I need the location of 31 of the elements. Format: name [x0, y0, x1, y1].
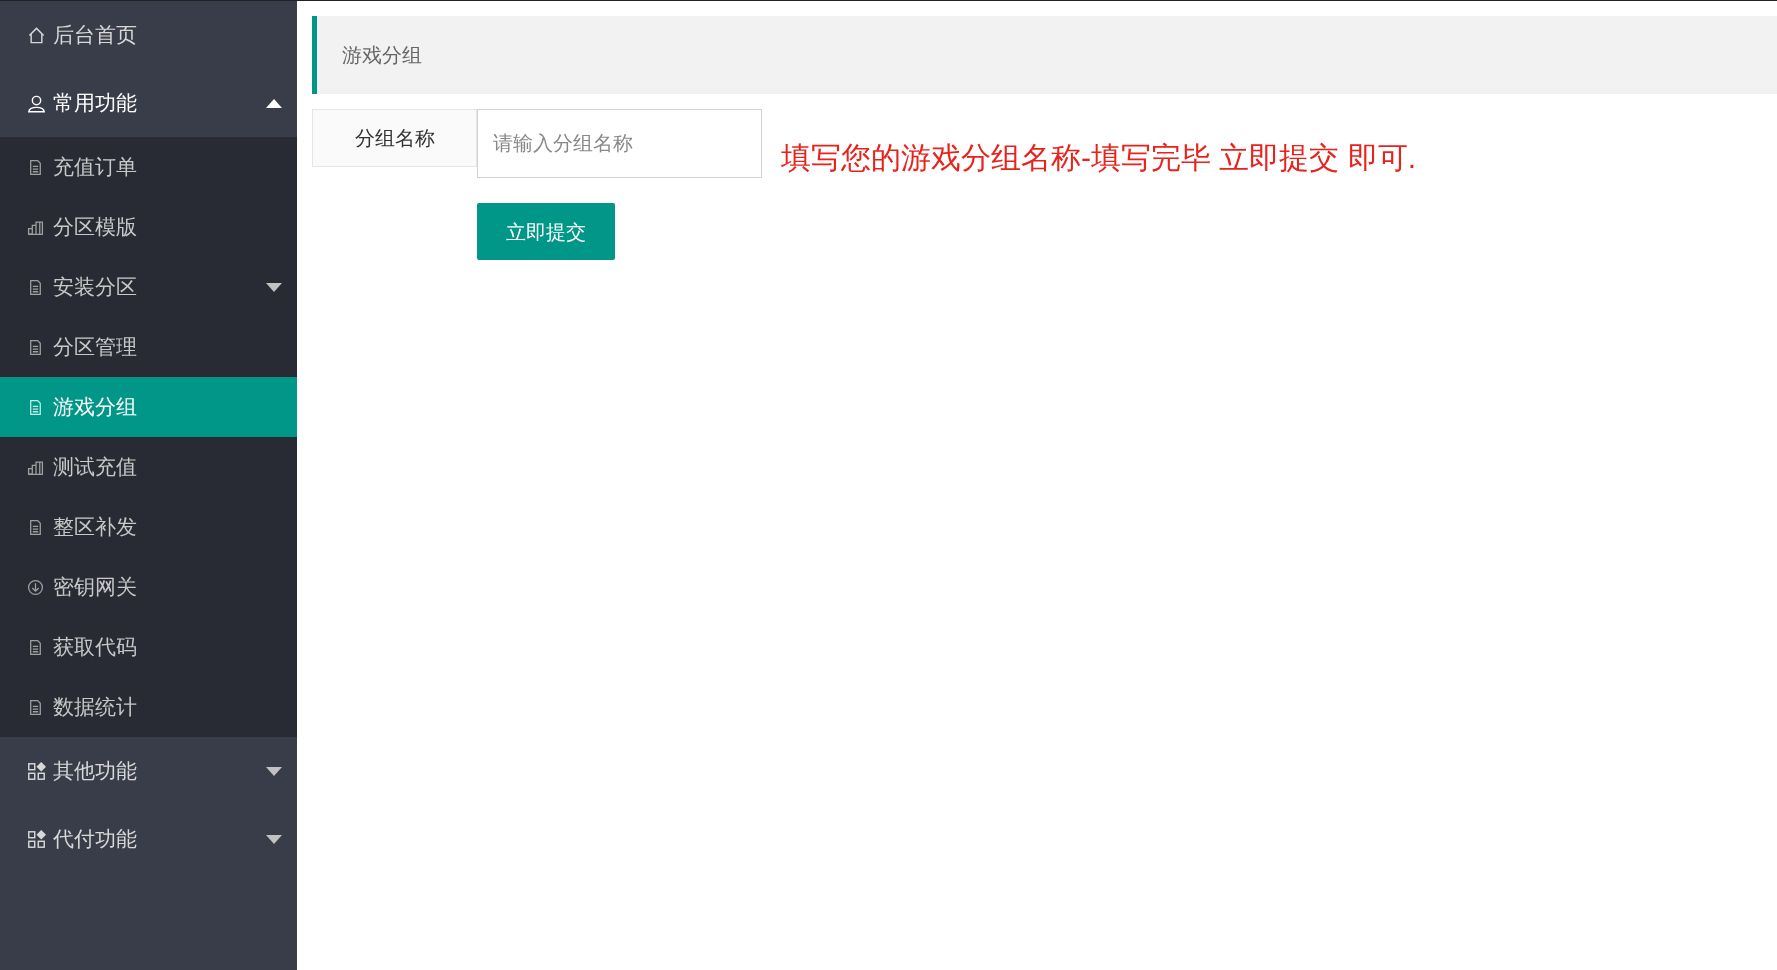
submenu-item[interactable]: 数据统计 — [0, 677, 297, 737]
apps-icon — [27, 829, 46, 849]
submenu-item[interactable]: 整区补发 — [0, 497, 297, 557]
document-icon — [27, 158, 44, 176]
submenu-item[interactable]: 分区管理 — [0, 317, 297, 377]
submenu-item[interactable]: 获取代码 — [0, 617, 297, 677]
document-icon — [27, 278, 44, 296]
submenu-item[interactable]: 测试充值 — [0, 437, 297, 497]
document-icon — [27, 398, 44, 416]
sidebar-item[interactable]: 代付功能 — [0, 805, 297, 873]
download-icon — [27, 578, 44, 596]
document-icon — [27, 638, 44, 656]
submenu-item[interactable]: 充值订单 — [0, 137, 297, 197]
submenu-item[interactable]: 密钥网关 — [0, 557, 297, 617]
hint-text: 填写您的游戏分组名称-填写完毕 立即提交 即可. — [781, 140, 1416, 176]
page-title: 游戏分组 — [342, 43, 422, 68]
submenu-item[interactable]: 安装分区 — [0, 257, 297, 317]
document-icon — [27, 338, 44, 356]
home-icon — [27, 25, 46, 45]
submit-button[interactable]: 立即提交 — [477, 203, 615, 260]
submenu-item[interactable]: 游戏分组 — [0, 377, 297, 437]
sidebar-item[interactable]: 后台首页 — [0, 1, 297, 69]
apps-icon — [27, 761, 46, 781]
sidebar-item[interactable]: 常用功能 — [0, 69, 297, 137]
user-icon — [27, 93, 46, 113]
document-icon — [27, 698, 44, 716]
document-icon — [27, 518, 44, 536]
submenu-item[interactable]: 分区模版 — [0, 197, 297, 257]
sidebar-item[interactable]: 其他功能 — [0, 737, 297, 805]
field-label: 分组名称 — [312, 109, 477, 167]
input-field[interactable]: 请输入分组名称 — [477, 109, 762, 178]
